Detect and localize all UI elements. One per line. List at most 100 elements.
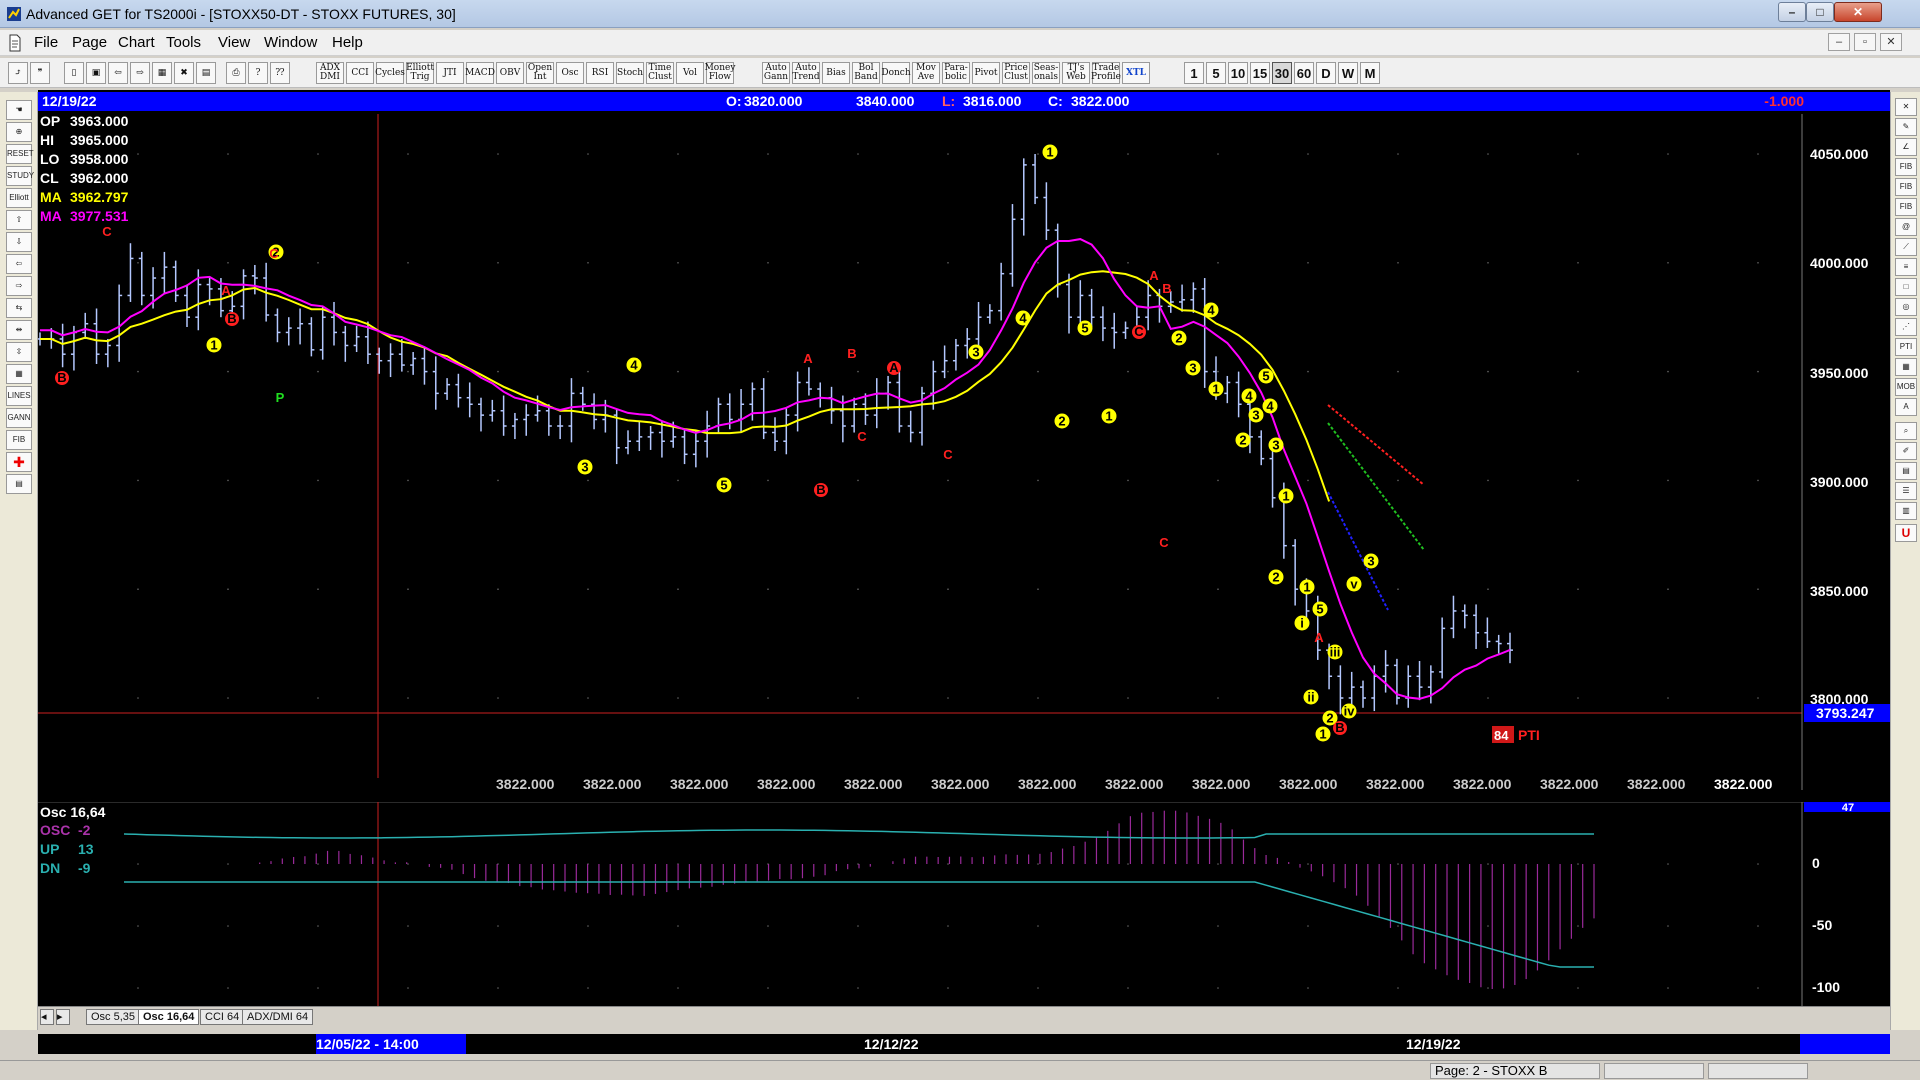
period-15[interactable]: 15 — [1250, 62, 1270, 84]
gann-icon[interactable]: GANN — [6, 408, 32, 428]
zoom-icon[interactable]: ⊕ — [6, 122, 32, 142]
quote-tool-icon[interactable]: ❞ — [30, 62, 50, 84]
toolbar-elliott-trig[interactable]: Elliott Trig — [406, 62, 434, 84]
toolbar-seasonals[interactable]: Seas- onals — [1032, 62, 1060, 84]
text-tool-icon[interactable]: A — [1895, 398, 1917, 416]
pti-icon[interactable]: PTI — [1895, 338, 1917, 356]
menu-file[interactable]: File — [34, 34, 58, 51]
maximize-button[interactable]: □ — [1806, 2, 1834, 22]
fib-ext-icon[interactable]: FIB — [1895, 178, 1917, 196]
menu-chart[interactable]: Chart — [118, 34, 155, 51]
period-m[interactable]: M — [1360, 62, 1380, 84]
menu-window[interactable]: Window — [264, 34, 317, 51]
tab-scroll-left-icon[interactable]: ◂ — [40, 1009, 54, 1025]
elliott-icon[interactable]: Elliott — [6, 188, 32, 208]
toolbar-money-flow[interactable]: Money Flow — [705, 62, 735, 84]
toolbar-adx-dmi[interactable]: ADX DMI — [316, 62, 344, 84]
toolbar-pivot[interactable]: Pivot — [972, 62, 1000, 84]
fib-icon[interactable]: FIB — [6, 430, 32, 450]
expand-icon[interactable]: ⇹ — [6, 320, 32, 340]
help-icon[interactable]: ? — [248, 62, 268, 84]
period-30[interactable]: 30 — [1272, 62, 1292, 84]
minimize-button[interactable]: – — [1778, 2, 1806, 22]
spiral-icon[interactable]: @ — [1895, 218, 1917, 236]
period-w[interactable]: W — [1338, 62, 1358, 84]
toolbar-tjs-web[interactable]: TJ's Web — [1062, 62, 1090, 84]
crosshair-icon[interactable]: ✚ — [6, 452, 32, 472]
copy-page-icon[interactable]: ▣ — [86, 62, 106, 84]
channel-icon[interactable]: ≡ — [1895, 258, 1917, 276]
undo-icon[interactable]: U — [1895, 524, 1917, 542]
hand-tool-icon[interactable]: ☚ — [6, 100, 32, 120]
mdi-minimize-button[interactable]: – — [1828, 33, 1850, 51]
menu-tools[interactable]: Tools — [166, 34, 201, 51]
toolbar-osc[interactable]: Osc — [556, 62, 584, 84]
table-icon[interactable]: ▦ — [1895, 358, 1917, 376]
toolbar-cci[interactable]: CCI — [346, 62, 374, 84]
fan-icon[interactable]: ⟋ — [1895, 238, 1917, 256]
ellipse-icon[interactable]: ◎ — [1895, 298, 1917, 316]
toolbar-parabolic[interactable]: Para- bolic — [942, 62, 970, 84]
toolbar-macd[interactable]: MACD — [465, 62, 495, 84]
menu-help[interactable]: Help — [332, 34, 363, 51]
close-button[interactable]: ✕ — [1834, 2, 1882, 22]
toolbar-bias[interactable]: Bias — [822, 62, 850, 84]
vertical-scale-icon[interactable]: ⇳ — [6, 342, 32, 362]
price-chart[interactable]: 12/19/22 O: 3820.000 3840.000 L: 3816.00… — [38, 90, 1890, 802]
back-arrow-icon[interactable]: ⇦ — [108, 62, 128, 84]
box-icon[interactable]: □ — [1895, 278, 1917, 296]
grid-icon[interactable]: ▦ — [152, 62, 172, 84]
toolbar-rsi[interactable]: RSI — [586, 62, 614, 84]
compress-icon[interactable]: ⇆ — [6, 298, 32, 318]
book-icon[interactable]: ▥ — [1895, 502, 1917, 520]
close-tool-icon[interactable]: ✕ — [1895, 98, 1917, 116]
calendar-icon[interactable]: ▤ — [1895, 462, 1917, 480]
scroll-down-icon[interactable]: ⇩ — [6, 232, 32, 252]
toolbar-stoch[interactable]: Stoch — [616, 62, 644, 84]
pointer-tool-icon[interactable]: ⤴ — [8, 62, 28, 84]
period-1[interactable]: 1 — [1184, 62, 1204, 84]
mdi-restore-button[interactable]: ▫ — [1854, 33, 1876, 51]
context-help-icon[interactable]: ⁇ — [270, 62, 290, 84]
pencil-icon[interactable]: ✎ — [1895, 118, 1917, 136]
period-5[interactable]: 5 — [1206, 62, 1226, 84]
menu-page[interactable]: Page — [72, 34, 107, 51]
lines-icon[interactable]: LINES — [6, 386, 32, 406]
period-d[interactable]: D — [1316, 62, 1336, 84]
print-icon[interactable]: ⎙ — [226, 62, 246, 84]
mdi-close-button[interactable]: ✕ — [1880, 33, 1902, 51]
toolbar-open-int[interactable]: Open Int — [526, 62, 554, 84]
period-10[interactable]: 10 — [1228, 62, 1248, 84]
toolbar-donch[interactable]: Donch — [881, 62, 911, 84]
toolbar-auto-gann[interactable]: Auto Gann — [762, 62, 790, 84]
gann-fan-icon[interactable]: ⋰ — [1895, 318, 1917, 336]
toolbar-cycles[interactable]: Cycles — [375, 62, 405, 84]
fib-time-icon[interactable]: FIB — [1895, 198, 1917, 216]
toolbar-time-clust[interactable]: Time Clust — [646, 62, 674, 84]
toolbar-jti[interactable]: JTI — [436, 62, 464, 84]
new-page-icon[interactable]: ▯ — [64, 62, 84, 84]
toolbar-price-clust[interactable]: Price Clust — [1002, 62, 1030, 84]
tab-adx-dmi-64[interactable]: ADX/DMI 64 — [242, 1009, 314, 1025]
magnifier-icon[interactable]: ⌕ — [1895, 422, 1917, 440]
scroll-up-icon[interactable]: ⇧ — [6, 210, 32, 230]
mob-icon[interactable]: MOB — [1895, 378, 1917, 396]
layout-icon[interactable]: ▤ — [196, 62, 216, 84]
toolbar-vol[interactable]: Vol — [676, 62, 704, 84]
toolbar-trade-profile[interactable]: Trade Profile — [1091, 62, 1121, 84]
toolbar-xtl[interactable]: XTL — [1122, 62, 1150, 84]
fib-ret-icon[interactable]: FIB — [1895, 158, 1917, 176]
study-icon[interactable]: STUDY — [6, 166, 34, 186]
toolbar-auto-trend[interactable]: Auto Trend — [792, 62, 820, 84]
scroll-right-icon[interactable]: ⇨ — [6, 276, 32, 296]
oscillator-pane[interactable]: 47 0 -50 -100 Osc 16,64 OSC -2 UP 13 DN … — [38, 802, 1890, 1024]
forward-arrow-icon[interactable]: ⇨ — [130, 62, 150, 84]
delete-icon[interactable]: ✖ — [174, 62, 194, 84]
notes-icon[interactable]: ▤ — [6, 474, 32, 494]
tab-osc-16-64[interactable]: Osc 16,64 — [138, 1009, 200, 1025]
toolbar-obv[interactable]: OBV — [496, 62, 524, 84]
tab-scroll-right-icon[interactable]: ▸ — [56, 1009, 70, 1025]
marker-icon[interactable]: ✐ — [1895, 442, 1917, 460]
toolbar-mov-ave[interactable]: Mov Ave — [912, 62, 940, 84]
scroll-left-icon[interactable]: ⇦ — [6, 254, 32, 274]
